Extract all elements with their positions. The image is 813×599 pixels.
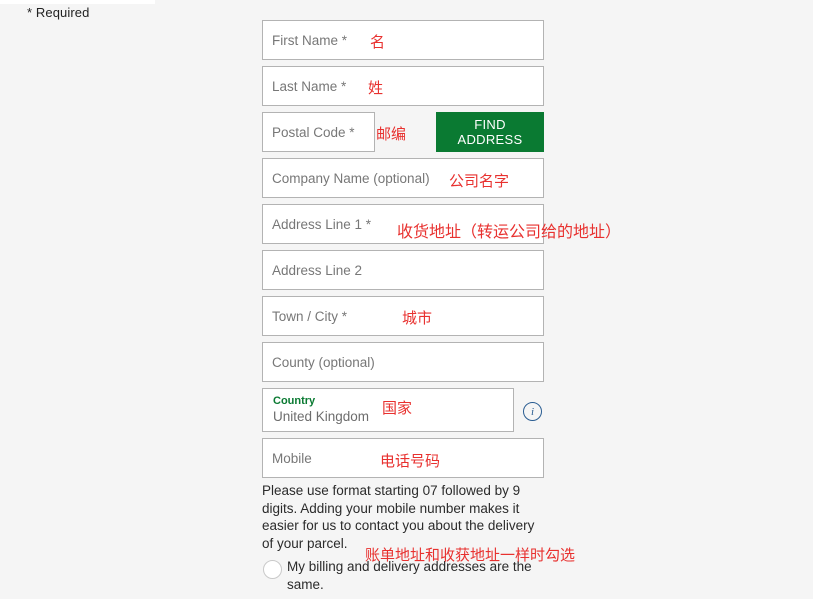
- field-row-county: County (optional): [262, 342, 813, 382]
- billing-same-address-label: My billing and delivery addresses are th…: [287, 559, 532, 592]
- country-value: United Kingdom: [273, 409, 370, 424]
- last-name-input[interactable]: Last Name *: [262, 66, 544, 106]
- company-name-placeholder: Company Name (optional): [272, 170, 430, 186]
- postal-code-input[interactable]: Postal Code *: [262, 112, 375, 152]
- town-city-input[interactable]: Town / City *: [262, 296, 544, 336]
- find-address-button[interactable]: FIND ADDRESS: [436, 112, 544, 152]
- company-name-input[interactable]: Company Name (optional): [262, 158, 544, 198]
- address-line-1-input[interactable]: Address Line 1 *: [262, 204, 544, 244]
- field-row-address-line-2: Address Line 2: [262, 250, 813, 290]
- first-name-placeholder: First Name *: [272, 32, 348, 48]
- field-row-first-name: First Name * 名: [262, 20, 813, 60]
- postal-code-placeholder: Postal Code *: [272, 124, 355, 140]
- mobile-helper-text: Please use format starting 07 followed b…: [262, 483, 535, 551]
- field-row-address-line-1: Address Line 1 * 收货地址（转运公司给的地址）: [262, 204, 813, 244]
- county-input[interactable]: County (optional): [262, 342, 544, 382]
- address-line-2-input[interactable]: Address Line 2: [262, 250, 544, 290]
- country-label: Country: [273, 395, 316, 407]
- info-icon[interactable]: i: [523, 402, 542, 421]
- first-name-input[interactable]: First Name *: [262, 20, 544, 60]
- billing-same-address-row: My billing and delivery addresses are th…: [262, 546, 575, 593]
- field-row-country: Country United Kingdom 国家 i: [262, 388, 813, 432]
- field-row-mobile: Mobile 电话号码: [262, 438, 813, 478]
- address-line-1-placeholder: Address Line 1 *: [272, 216, 372, 232]
- address-line-2-placeholder: Address Line 2: [272, 262, 363, 278]
- field-row-town-city: Town / City * 城市: [262, 296, 813, 336]
- field-row-last-name: Last Name * 姓: [262, 66, 813, 106]
- mobile-placeholder: Mobile: [272, 450, 312, 466]
- delivery-address-form: First Name * 名 Last Name * 姓 Postal Code…: [262, 20, 813, 593]
- field-row-postal-code: Postal Code * 邮编 FIND ADDRESS: [262, 112, 813, 152]
- field-row-company-name: Company Name (optional) 公司名字: [262, 158, 813, 198]
- required-note: * Required: [27, 5, 90, 20]
- billing-same-address-checkbox[interactable]: [263, 560, 282, 579]
- last-name-placeholder: Last Name *: [272, 78, 347, 94]
- top-cutoff-strip: [0, 0, 155, 4]
- county-placeholder: County (optional): [272, 354, 375, 370]
- country-select[interactable]: Country United Kingdom: [262, 388, 514, 432]
- annotation-postal-code: 邮编: [376, 125, 407, 143]
- town-city-placeholder: Town / City *: [272, 308, 348, 324]
- mobile-input[interactable]: Mobile: [262, 438, 544, 478]
